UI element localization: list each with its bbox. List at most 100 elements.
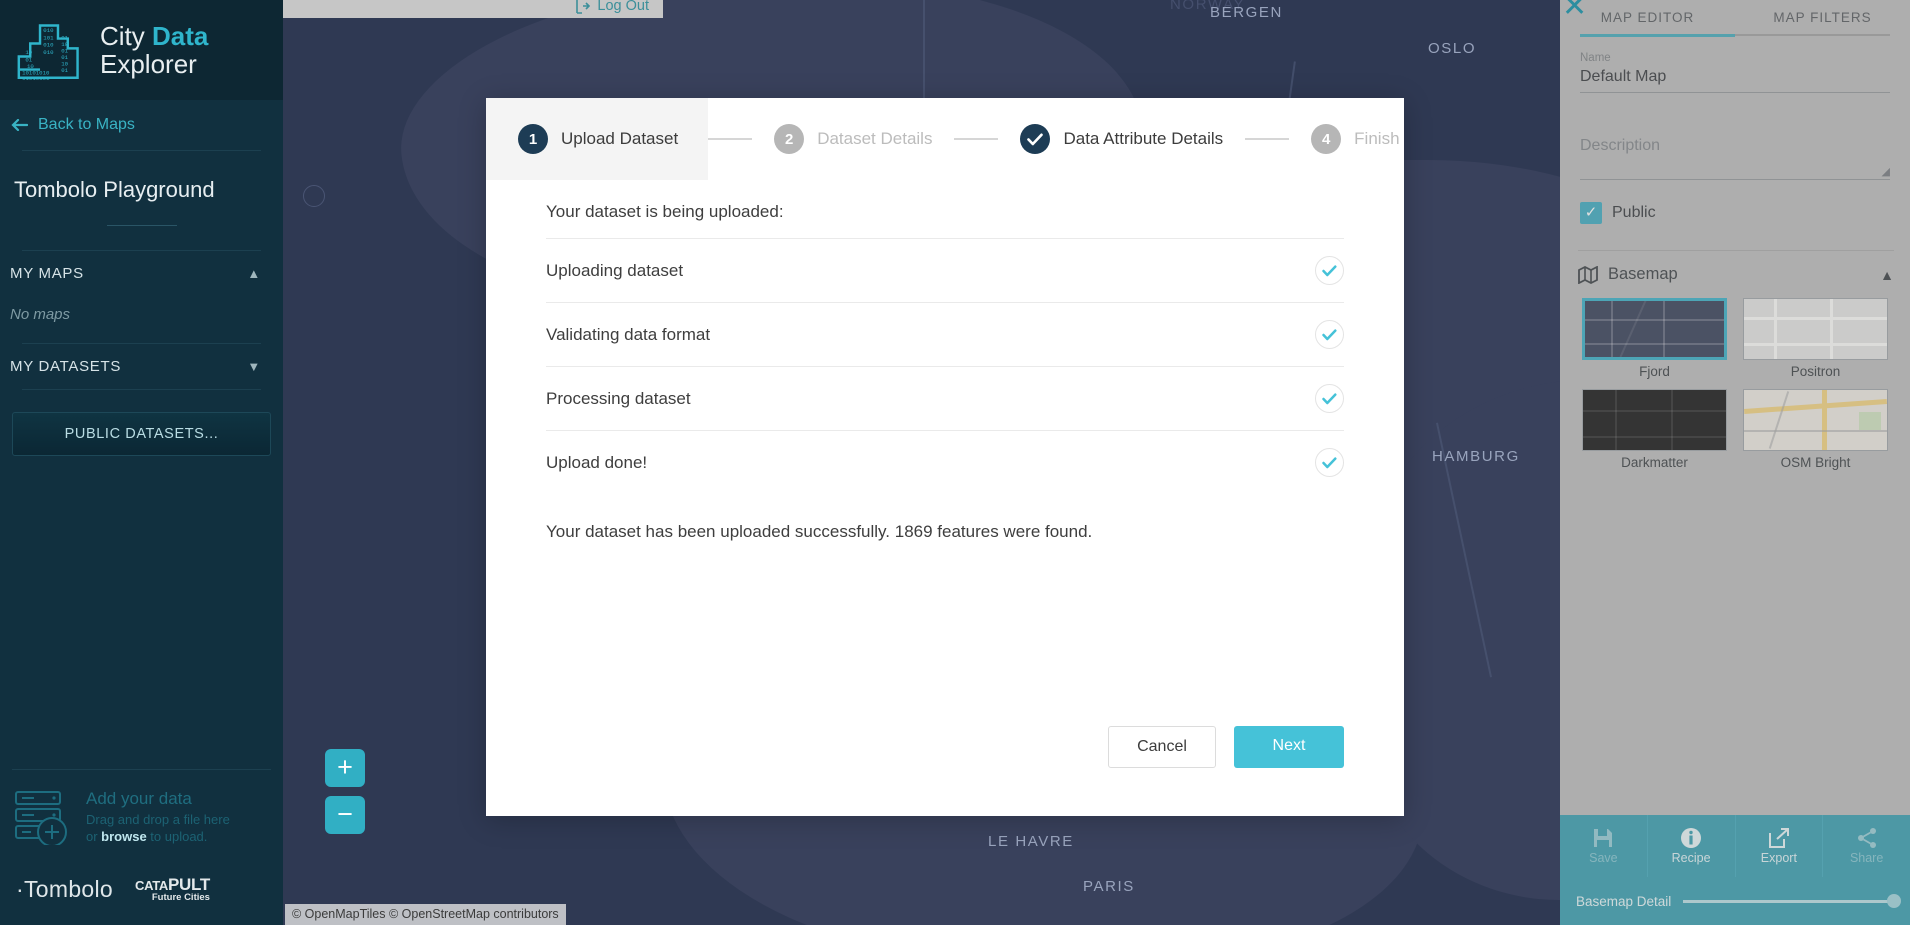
basemap-detail-slider-row[interactable]: Basemap Detail: [1560, 877, 1910, 925]
share-button[interactable]: Share: [1823, 815, 1910, 877]
recipe-label: Recipe: [1671, 851, 1711, 865]
basemap-option-positron[interactable]: Positron: [1743, 298, 1888, 379]
basemap-label-darkmatter: Darkmatter: [1621, 455, 1688, 470]
browse-link[interactable]: browse: [101, 829, 147, 844]
right-panel: MAP EDITOR MAP FILTERS Name Default Map …: [1560, 0, 1910, 925]
step-4-label: Finish: [1354, 129, 1400, 148]
right-panel-toolbar[interactable]: Save Recipe Export Share: [1560, 815, 1910, 877]
map-name-input[interactable]: Default Map: [1580, 64, 1890, 92]
upload-dataset-modal: 1 Upload Dataset 2 Dataset Details Data …: [486, 98, 1404, 816]
map-name-label: Name: [1580, 52, 1611, 64]
export-label: Export: [1760, 851, 1797, 865]
basemap-detail-slider[interactable]: [1683, 894, 1901, 908]
progress-label: Processing dataset: [546, 388, 691, 408]
svg-text:01010101: 01010101: [22, 75, 50, 81]
progress-row-processing: Processing dataset: [546, 366, 1344, 430]
basemap-label-fjord: Fjord: [1639, 364, 1670, 379]
progress-check-icon: [1315, 256, 1344, 285]
app-logo[interactable]: 010 101 010 010 10 01 10 01 10 01 01 10 01 10101…: [0, 0, 283, 100]
step-dataset-details[interactable]: 2 Dataset Details: [752, 98, 954, 180]
field-underline: [1580, 179, 1890, 180]
step-2-label: Dataset Details: [817, 129, 933, 148]
save-button[interactable]: Save: [1560, 815, 1648, 877]
map-zoom-controls[interactable]: + −: [325, 749, 365, 843]
add-data-prefix: or: [86, 829, 102, 845]
public-checkbox-label: Public: [1612, 204, 1656, 221]
progress-check-icon: [1315, 384, 1344, 413]
sidebar-footer: ·Tombolo CATAPULT Future Cities: [0, 860, 283, 925]
tab-map-filters[interactable]: MAP FILTERS: [1735, 0, 1910, 34]
back-to-maps-link[interactable]: Back to Maps: [0, 100, 283, 150]
progress-label: Uploading dataset: [546, 260, 684, 280]
step-4-bubble: 4: [1311, 124, 1342, 154]
field-underline: [1580, 92, 1890, 93]
public-datasets-button[interactable]: PUBLIC DATASETS...: [12, 412, 271, 456]
map-icon: [1578, 265, 1598, 284]
check-icon: [1027, 133, 1044, 145]
step-1-label: Upload Dataset: [561, 129, 679, 148]
chevron-up-icon[interactable]: ▲: [1880, 267, 1894, 283]
map-name-field[interactable]: Name Default Map: [1580, 52, 1890, 93]
logo-line2: Explorer: [100, 49, 197, 79]
progress-row-uploading: Uploading dataset: [546, 238, 1344, 302]
basemap-grid[interactable]: Fjord Positron Darkmatter OSM Bright: [1582, 298, 1888, 470]
basemap-option-darkmatter[interactable]: Darkmatter: [1582, 389, 1727, 470]
basemap-detail-label: Basemap Detail: [1576, 893, 1672, 909]
modal-body: Your dataset is being uploaded: Uploadin…: [486, 180, 1404, 726]
close-icon[interactable]: ✕: [1562, 0, 1588, 22]
step-upload-dataset[interactable]: 1 Upload Dataset: [486, 98, 709, 180]
basemap-section-header[interactable]: Basemap ▲: [1578, 250, 1894, 284]
resize-handle-icon[interactable]: ◢: [1882, 165, 1890, 178]
step-connector: [708, 138, 753, 140]
step-data-attribute-details[interactable]: Data Attribute Details: [998, 98, 1245, 180]
my-maps-empty-text: No maps: [10, 306, 71, 323]
save-label: Save: [1589, 851, 1618, 865]
progress-row-done: Upload done!: [546, 430, 1344, 494]
logo-line1-bold: Data: [152, 20, 209, 51]
next-button[interactable]: Next: [1234, 726, 1344, 768]
progress-check-icon: [1315, 448, 1344, 477]
right-panel-tabs[interactable]: MAP EDITOR MAP FILTERS: [1560, 0, 1910, 34]
chevron-up-icon: ▲: [247, 266, 261, 281]
basemap-option-fjord[interactable]: Fjord: [1582, 298, 1727, 379]
tab-underline: [1580, 34, 1890, 37]
slider-knob[interactable]: [1887, 894, 1901, 908]
public-checkbox-row[interactable]: ✓ Public: [1580, 202, 1890, 224]
zoom-in-button[interactable]: +: [325, 749, 365, 787]
sidebar-section-my-datasets[interactable]: MY DATASETS ▼: [0, 344, 283, 389]
add-data-line2: or browse to upload.: [86, 828, 230, 846]
sidebar-section-my-maps[interactable]: MY MAPS ▲: [0, 251, 283, 296]
share-icon: [1857, 828, 1876, 848]
catapult-logo: CATAPULT Future Cities: [135, 876, 210, 903]
logout-button[interactable]: Log Out: [575, 0, 649, 14]
map-description-field[interactable]: Description ◢: [1580, 123, 1890, 180]
add-your-data-dropzone[interactable]: Add your data Drag and drop a file here …: [12, 768, 271, 860]
step-connector: [1245, 138, 1290, 140]
my-datasets-label: MY DATASETS: [10, 358, 122, 375]
share-label: Share: [1849, 851, 1884, 865]
add-data-suffix: to upload.: [146, 829, 208, 845]
upload-intro-text: Your dataset is being uploaded:: [546, 202, 784, 221]
export-button[interactable]: Export: [1736, 815, 1824, 877]
cancel-button[interactable]: Cancel: [1108, 726, 1216, 768]
back-to-maps-label: Back to Maps: [38, 116, 135, 133]
recipe-button[interactable]: Recipe: [1648, 815, 1736, 877]
step-1-bubble: 1: [518, 124, 548, 154]
map-city-label: PARIS: [1083, 878, 1135, 895]
tab-active-indicator: [1580, 34, 1735, 37]
public-checkbox[interactable]: ✓: [1580, 202, 1602, 224]
basemap-option-osm-bright[interactable]: OSM Bright: [1743, 389, 1888, 470]
stepper: 1 Upload Dataset 2 Dataset Details Data …: [486, 98, 1404, 180]
catapult-cat: CAT: [135, 878, 159, 894]
progress-label: Upload done!: [546, 452, 648, 472]
step-finish[interactable]: 4 Finish: [1289, 98, 1421, 180]
export-icon: [1768, 828, 1789, 848]
progress-row-validating: Validating data format: [546, 302, 1344, 366]
basemap-thumbnail-darkmatter: [1582, 389, 1727, 451]
step-2-bubble: 2: [774, 124, 805, 154]
basemap-thumbnail-osm-bright: [1743, 389, 1888, 451]
top-bar: Log Out: [283, 0, 663, 18]
zoom-out-button[interactable]: −: [325, 796, 365, 834]
map-description-input[interactable]: Description: [1580, 123, 1890, 179]
map-city-label: HAMBURG: [1432, 448, 1520, 465]
